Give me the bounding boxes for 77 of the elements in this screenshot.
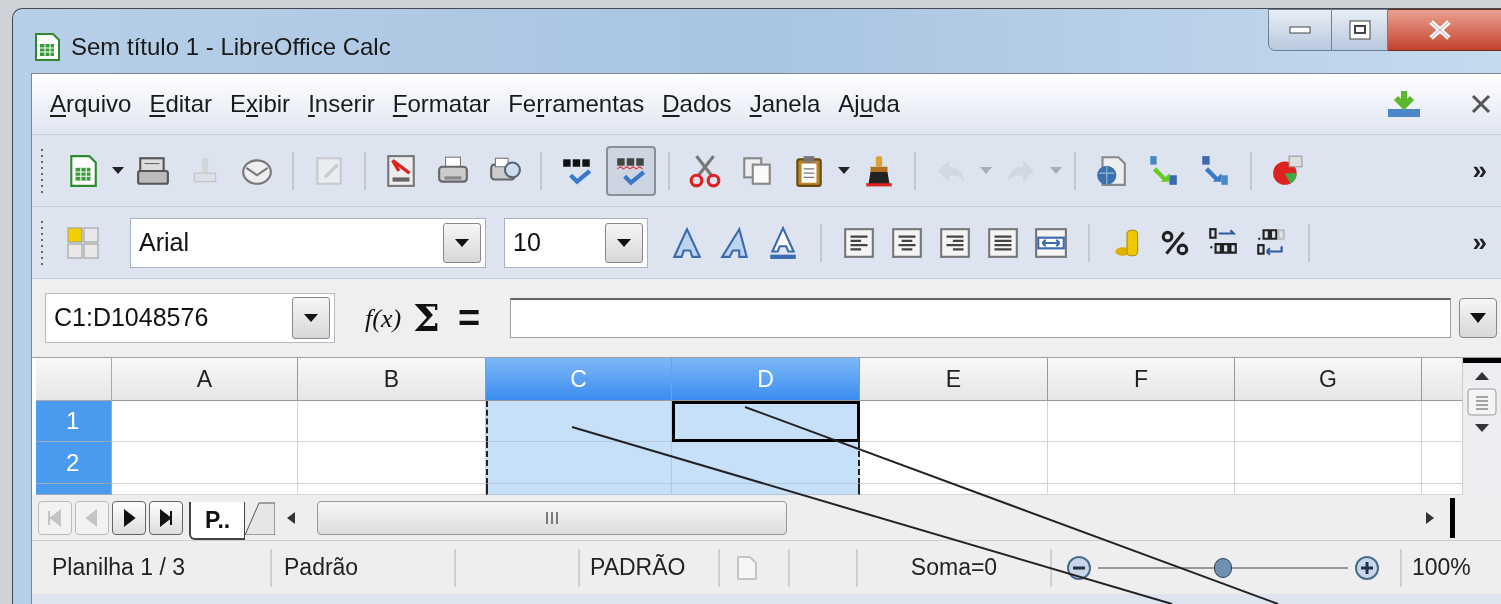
partial-sheet-tab[interactable] bbox=[245, 500, 276, 535]
toolbar-grip-icon[interactable] bbox=[40, 148, 44, 193]
table-cell[interactable] bbox=[672, 401, 860, 442]
close-button[interactable] bbox=[1388, 9, 1501, 51]
table-cell[interactable] bbox=[672, 484, 860, 495]
last-sheet-icon[interactable] bbox=[149, 500, 183, 535]
insert-mode: PADRÃO bbox=[580, 548, 720, 587]
grip-icon bbox=[545, 511, 560, 524]
merge-cells-icon[interactable] bbox=[1034, 225, 1068, 260]
dropdown-button[interactable] bbox=[443, 222, 481, 263]
next-sheet-icon[interactable] bbox=[112, 500, 146, 535]
maximize-button[interactable] bbox=[1332, 9, 1388, 51]
column-header[interactable]: E bbox=[860, 358, 1048, 401]
dropdown-button[interactable] bbox=[292, 297, 330, 339]
name-box[interactable]: C1:D1048576 bbox=[45, 293, 335, 343]
font-name-field[interactable]: Arial bbox=[130, 217, 486, 268]
outlined-letter-icon[interactable] bbox=[670, 225, 704, 260]
caret-icon bbox=[1470, 313, 1486, 323]
function-button[interactable]: = bbox=[457, 299, 481, 337]
zoom-in-icon[interactable] bbox=[1354, 554, 1380, 581]
zoom-percentage[interactable]: 100% bbox=[1402, 550, 1471, 585]
scroll-down-icon[interactable] bbox=[1475, 424, 1489, 432]
formula-input[interactable] bbox=[510, 298, 1451, 338]
menu-item[interactable]: Formatar bbox=[386, 86, 497, 122]
column-header[interactable] bbox=[1422, 358, 1462, 401]
menu-item[interactable]: Exibir bbox=[224, 86, 297, 122]
menu-item[interactable]: Janela bbox=[743, 86, 827, 122]
scroll-right-icon[interactable] bbox=[1426, 511, 1434, 524]
split-handle[interactable] bbox=[1450, 497, 1455, 538]
caret-icon bbox=[304, 314, 318, 322]
column-header[interactable]: G bbox=[1235, 358, 1422, 401]
justify-icon[interactable] bbox=[986, 225, 1020, 260]
minimize-icon bbox=[1289, 26, 1311, 34]
menu-item[interactable]: Editar bbox=[143, 86, 219, 122]
close-document-icon[interactable] bbox=[1471, 94, 1491, 114]
close-icon bbox=[1428, 20, 1452, 40]
expand-button[interactable] bbox=[1459, 298, 1497, 338]
caret-icon bbox=[455, 238, 469, 247]
sheet-tab[interactable]: P.. bbox=[189, 502, 246, 540]
menu-item[interactable]: Dados bbox=[656, 86, 738, 122]
sheet-count: Planilha 1 / 3 bbox=[32, 548, 272, 587]
column-header[interactable]: A bbox=[112, 358, 298, 401]
menu-item[interactable]: Ajuda bbox=[832, 86, 906, 122]
table-cell[interactable] bbox=[672, 442, 860, 484]
menu-item[interactable]: Ferramentas bbox=[502, 86, 651, 122]
align-center-icon[interactable] bbox=[890, 225, 924, 260]
scroll-up-icon[interactable] bbox=[1475, 372, 1489, 380]
window-title: Sem título 1 - LibreOffice Calc bbox=[71, 32, 391, 62]
toolbar-overflow-button[interactable]: » bbox=[1458, 151, 1501, 190]
dropdown-button[interactable] bbox=[605, 222, 643, 263]
sum-indicator: Soma=0 bbox=[858, 548, 1052, 587]
corner-cell[interactable] bbox=[36, 358, 112, 401]
font-size-field[interactable]: 10 bbox=[504, 217, 648, 268]
column-header[interactable]: B bbox=[298, 358, 486, 401]
horizontal-scroll-thumb[interactable] bbox=[317, 500, 788, 535]
zoom-out-icon[interactable] bbox=[1066, 554, 1092, 581]
sum-button[interactable]: Σ bbox=[413, 299, 440, 337]
align-left-icon[interactable] bbox=[842, 225, 876, 260]
toolbar-overflow-button[interactable]: » bbox=[1458, 223, 1501, 262]
vertical-scrollbar[interactable] bbox=[1462, 358, 1501, 495]
menu-item[interactable]: Arquivo bbox=[44, 86, 138, 122]
split-handle[interactable] bbox=[1463, 358, 1501, 363]
scroll-thumb-icon[interactable] bbox=[1467, 388, 1497, 416]
function-wizard-button[interactable]: f(x) bbox=[365, 298, 402, 338]
download-icon[interactable] bbox=[1385, 89, 1423, 119]
caret-icon bbox=[617, 238, 631, 247]
minimize-button[interactable] bbox=[1268, 9, 1332, 51]
scroll-left-icon[interactable] bbox=[287, 511, 296, 524]
maximize-icon bbox=[1348, 20, 1371, 40]
column-header[interactable]: F bbox=[1048, 358, 1235, 401]
toggle-button[interactable] bbox=[606, 145, 656, 196]
toolbar-grip-icon[interactable] bbox=[40, 220, 44, 265]
slider-thumb[interactable] bbox=[1214, 557, 1232, 578]
align-right-icon[interactable] bbox=[938, 225, 972, 260]
spreadsheet-app-icon bbox=[33, 32, 61, 62]
page-style: Padrão bbox=[272, 548, 456, 587]
menu-item[interactable]: Inserir bbox=[302, 86, 381, 122]
